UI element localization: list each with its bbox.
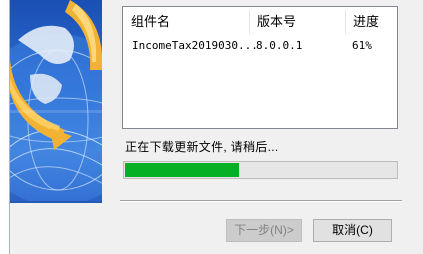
column-header-progress[interactable]: 进度	[345, 7, 397, 37]
cancel-button[interactable]: 取消(C)	[313, 219, 392, 242]
banner-bottom-edge	[10, 201, 102, 203]
component-progress-cell: 61%	[352, 39, 372, 52]
button-separator	[120, 200, 402, 202]
download-progress-bar	[123, 161, 398, 179]
column-header-version[interactable]: 版本号	[249, 7, 345, 37]
component-version-cell: 8.0.0.1	[256, 39, 303, 52]
list-header: 组件名 版本号 进度	[123, 7, 397, 37]
component-name-cell: IncomeTax2019030...	[132, 39, 258, 52]
next-button[interactable]: 下一步(N)>	[226, 219, 302, 242]
list-row[interactable]: IncomeTax2019030... 8.0.0.1 61%	[123, 37, 397, 55]
column-header-name[interactable]: 组件名	[123, 7, 249, 37]
progress-fill	[125, 163, 239, 177]
globe-arrows-icon	[10, 0, 102, 201]
download-status-text: 正在下载更新文件, 请稍后...	[125, 140, 279, 154]
left-window-frame	[0, 0, 9, 254]
component-list[interactable]: 组件名 版本号 进度 IncomeTax2019030... 8.0.0.1 6…	[122, 6, 398, 129]
banner-image	[10, 0, 102, 201]
